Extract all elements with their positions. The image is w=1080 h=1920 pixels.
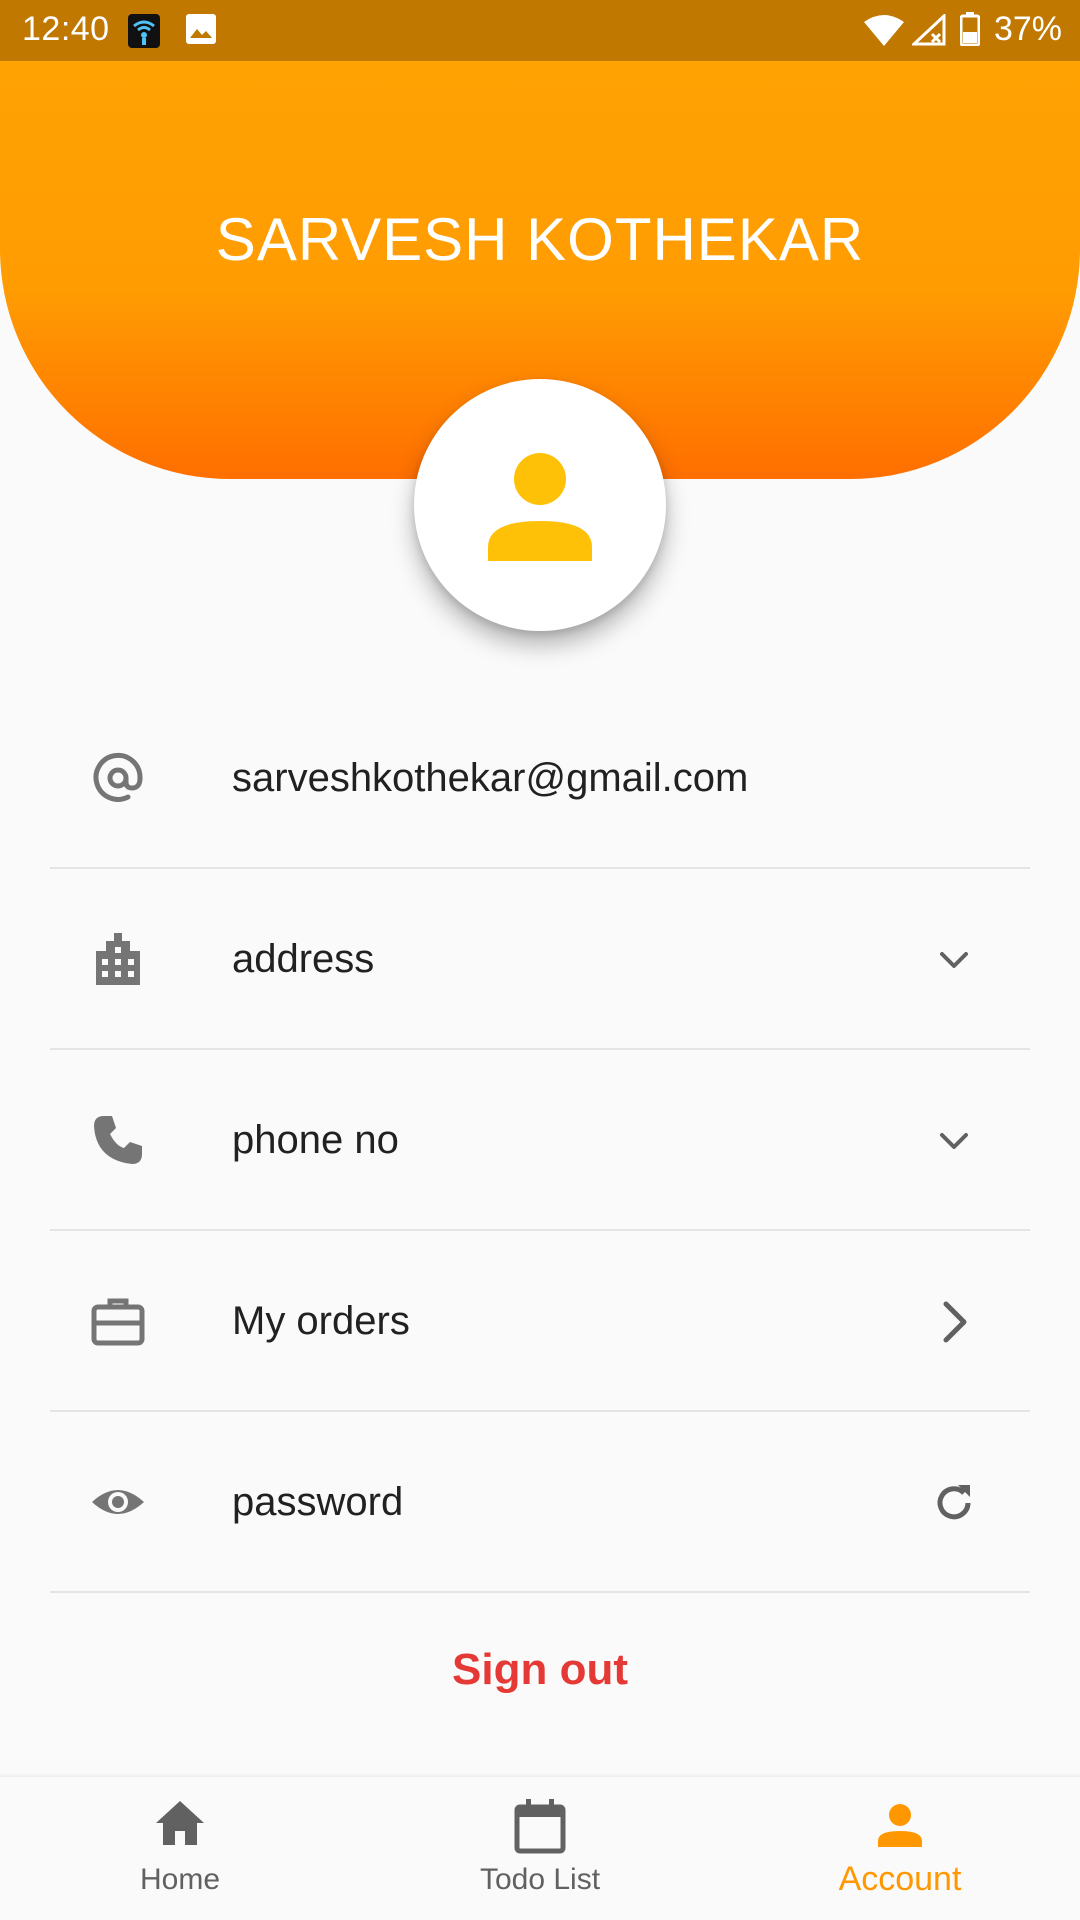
phone-label: phone no — [232, 1118, 399, 1162]
email-row: sarveshkothekar@gmail.com — [50, 688, 1030, 869]
wifi-icon — [864, 14, 904, 51]
battery-icon — [959, 12, 981, 51]
avatar[interactable] — [414, 379, 666, 631]
divider — [50, 1591, 1030, 1593]
briefcase-icon — [91, 1298, 145, 1346]
at-sign-icon — [93, 752, 143, 802]
nav-todo-list-label: Todo List — [479, 1863, 601, 1896]
bottom-navigation: Home Todo List Account — [0, 1777, 1080, 1920]
chevron-down-icon[interactable] — [930, 936, 978, 984]
password-row[interactable]: password — [50, 1412, 1030, 1593]
building-icon — [96, 933, 140, 985]
nav-home-label: Home — [139, 1863, 221, 1896]
person-icon — [878, 1804, 922, 1847]
user-name: SARVESH KOTHEKAR — [215, 206, 865, 273]
calendar-icon — [514, 1799, 566, 1854]
address-label: address — [232, 937, 375, 981]
image-notification-icon — [186, 14, 216, 49]
nav-home[interactable]: Home — [0, 1777, 360, 1920]
battery-percentage: 37% — [993, 10, 1062, 48]
signal-icon — [910, 12, 946, 51]
status-time: 12:40 — [22, 10, 110, 48]
home-icon — [156, 1801, 204, 1845]
chevron-down-icon[interactable] — [930, 1117, 978, 1165]
phone-icon — [94, 1116, 142, 1164]
phone-row[interactable]: phone no — [50, 1050, 1030, 1231]
refresh-icon[interactable] — [930, 1479, 978, 1527]
nav-todo-list[interactable]: Todo List — [360, 1777, 720, 1920]
my-orders-row[interactable]: My orders — [50, 1231, 1030, 1412]
password-label: password — [232, 1480, 404, 1524]
status-bar: 12:40 37% — [0, 0, 1080, 61]
nav-account[interactable]: Account — [720, 1777, 1080, 1920]
nav-account-label: Account — [838, 1860, 962, 1898]
address-row[interactable]: address — [50, 869, 1030, 1050]
email-label: sarveshkothekar@gmail.com — [232, 756, 749, 800]
hotspot-notification-icon — [128, 14, 160, 53]
sign-out-button[interactable]: Sign out — [0, 1645, 1080, 1695]
chevron-right-icon[interactable] — [930, 1298, 978, 1346]
eye-icon — [92, 1490, 144, 1514]
person-avatar-icon — [488, 453, 592, 561]
my-orders-label: My orders — [232, 1299, 410, 1343]
